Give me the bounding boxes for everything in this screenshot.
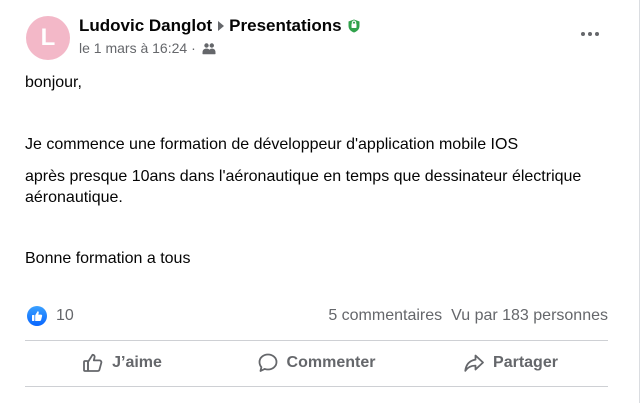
post-paragraph: bonjour, [25,74,82,91]
more-dot [588,32,592,36]
views-count[interactable]: Vu par 183 personnes [451,307,608,325]
comment-label: Commenter [286,354,376,371]
author-name[interactable]: Ludovic Danglot [79,16,212,36]
arrow-right-icon [218,21,225,31]
post-stats: 5 commentaires Vu par 183 personnes [328,307,608,325]
divider-top [25,340,608,341]
more-dot [581,32,585,36]
avatar-letter: L [40,24,56,51]
post-paragraph: après presque 10ans dans l'aéronautique … [25,168,582,206]
share-label: Partager [493,354,558,371]
comment-button[interactable]: Commenter [219,344,413,382]
shield-icon [348,19,360,33]
timestamp[interactable]: le 1 mars à 16:24 [79,40,187,56]
post-paragraph: Je commence une formation de développeur… [25,136,519,153]
post-card: L Ludovic Danglot Presentations le 1 mar… [0,0,640,403]
group-icon [202,42,216,55]
more-dot [595,32,599,36]
avatar[interactable]: L [26,16,70,60]
post-paragraph: Bonne formation a tous [25,250,191,267]
group-name[interactable]: Presentations [229,16,341,36]
more-options-button[interactable] [576,24,604,44]
like-reaction-icon[interactable] [27,306,47,326]
post-meta: le 1 mars à 16:24 · [79,40,216,56]
like-label: J’aime [112,354,162,371]
post-header: Ludovic Danglot Presentations [79,16,360,36]
share-arrow-icon [463,352,485,374]
comment-bubble-icon [257,352,279,374]
thumbs-up-icon [82,352,104,374]
share-button[interactable]: Partager [413,344,608,382]
comments-count[interactable]: 5 commentaires [328,307,442,325]
meta-separator: · [191,40,196,56]
like-count[interactable]: 10 [56,307,74,325]
divider-bottom [25,386,608,387]
like-button[interactable]: J’aime [25,344,219,382]
